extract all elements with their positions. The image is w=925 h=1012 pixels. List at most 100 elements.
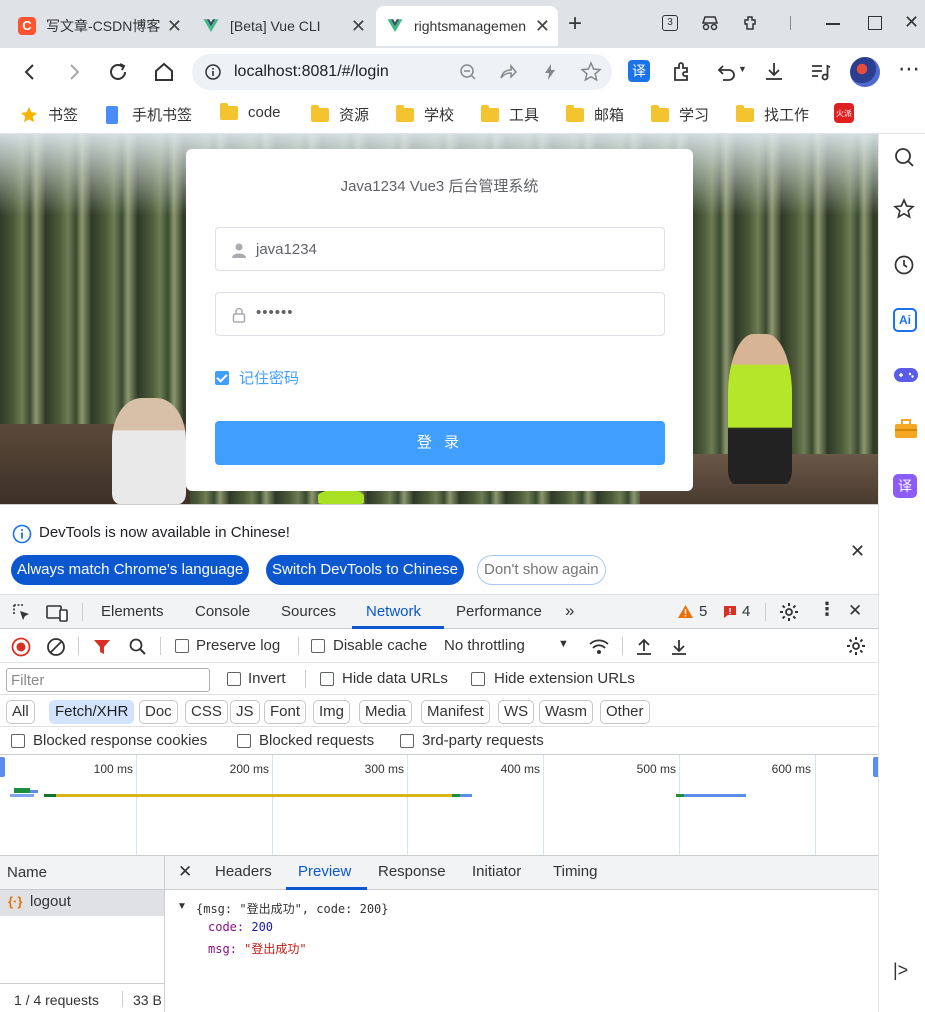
download-icon[interactable] [762, 60, 786, 84]
close-devtools-icon[interactable]: ✕ [848, 601, 862, 621]
chevron-down-icon[interactable]: ▼ [558, 638, 569, 650]
close-infobar-icon[interactable]: ✕ [850, 541, 865, 562]
history-icon[interactable] [893, 254, 915, 276]
timeline-handle-left[interactable] [0, 757, 5, 777]
request-row[interactable]: {·} logout [0, 890, 164, 916]
device-toolbar-icon[interactable] [46, 603, 68, 623]
share-icon[interactable] [498, 62, 518, 82]
password-field[interactable]: •••••• [215, 292, 665, 336]
network-conditions-icon[interactable] [588, 637, 610, 657]
blocked-cookies-checkbox[interactable] [11, 734, 25, 748]
tab-headers[interactable]: Headers [215, 863, 272, 880]
record-icon[interactable] [11, 637, 31, 657]
bookmark-folder[interactable]: 学校 [396, 104, 454, 125]
tab-sources[interactable]: Sources [281, 603, 336, 620]
close-tab-icon[interactable]: ✕ [535, 16, 550, 37]
tab-elements[interactable]: Elements [101, 603, 164, 620]
home-icon[interactable] [152, 60, 176, 84]
forward-icon[interactable] [62, 60, 86, 84]
bookmark-folder[interactable]: code [220, 102, 281, 121]
game-icon[interactable] [893, 364, 919, 386]
star-icon[interactable] [893, 198, 915, 220]
bookmark-badge[interactable]: 火派 [834, 103, 854, 123]
tab-vue-cli[interactable]: [Beta] Vue CLI ✕ [192, 6, 374, 46]
error-icon[interactable] [722, 604, 738, 620]
chip-all[interactable]: All [6, 700, 35, 724]
preserve-log-checkbox[interactable] [175, 639, 189, 653]
close-detail-icon[interactable]: ✕ [178, 862, 192, 882]
close-tab-icon[interactable]: ✕ [351, 16, 366, 37]
tab-network[interactable]: Network [366, 603, 421, 620]
minimize-button[interactable] [826, 23, 840, 25]
extensions-menu-icon[interactable] [742, 14, 760, 32]
chip-media[interactable]: Media [359, 700, 412, 724]
blocked-requests-checkbox[interactable] [237, 734, 251, 748]
chip-font[interactable]: Font [264, 700, 307, 724]
incognito-icon[interactable] [700, 14, 720, 32]
bookmark-folder[interactable]: 邮箱 [566, 104, 624, 125]
back-icon[interactable] [18, 60, 42, 84]
search-icon[interactable] [128, 637, 148, 657]
export-har-icon[interactable] [670, 637, 688, 657]
more-menu-icon[interactable]: ⋯ [898, 56, 922, 81]
ai-icon[interactable]: Ai [893, 308, 917, 332]
new-tab-button[interactable]: + [568, 12, 582, 36]
warning-icon[interactable] [677, 604, 694, 619]
timeline-handle-right[interactable] [873, 757, 878, 777]
chip-fetch-xhr[interactable]: Fetch/XHR [49, 700, 135, 724]
tab-preview[interactable]: Preview [298, 863, 351, 880]
tab-initiator[interactable]: Initiator [472, 863, 521, 880]
remember-checkbox[interactable] [215, 370, 229, 385]
chip-wasm[interactable]: Wasm [539, 700, 593, 724]
undo-close-icon[interactable] [714, 60, 738, 84]
chevron-down-icon[interactable]: ▼ [738, 64, 762, 88]
expand-triangle-icon[interactable]: ▼ [177, 901, 187, 912]
translate-icon[interactable]: 译 [893, 474, 917, 498]
hide-data-urls-checkbox[interactable] [320, 672, 334, 686]
username-field[interactable]: java1234 [215, 227, 665, 271]
chip-other[interactable]: Other [600, 700, 650, 724]
tab-csdn[interactable]: C 写文章-CSDN博客 ✕ [8, 6, 190, 46]
close-window-button[interactable]: ✕ [904, 12, 919, 33]
switch-to-chinese-button[interactable]: Switch DevTools to Chinese [266, 555, 464, 585]
reload-icon[interactable] [106, 60, 130, 84]
dont-show-again-button[interactable]: Don't show again [477, 555, 606, 585]
toolbox-icon[interactable] [893, 418, 919, 440]
avatar[interactable] [850, 57, 880, 87]
throttling-select[interactable]: No throttling [444, 637, 525, 654]
filter-icon[interactable] [93, 638, 111, 656]
name-column-header[interactable]: Name [7, 864, 47, 881]
tab-count-badge[interactable]: 3 [662, 15, 678, 31]
tab-timing[interactable]: Timing [553, 863, 597, 880]
tab-rightsmanagement[interactable]: rightsmanagement ✕ [376, 6, 558, 46]
more-options-icon[interactable]: ⋮ [818, 599, 836, 620]
clear-icon[interactable] [46, 637, 66, 657]
bookmark-folder[interactable]: 学习 [651, 104, 709, 125]
search-icon[interactable] [893, 146, 915, 168]
remember-password[interactable]: 记住密码 [215, 367, 299, 388]
chip-js[interactable]: JS [230, 700, 260, 724]
third-party-checkbox[interactable] [400, 734, 414, 748]
maximize-button[interactable] [868, 16, 882, 30]
bookmark-folder[interactable]: 找工作 [736, 104, 809, 125]
network-overview-timeline[interactable]: 100 ms 200 ms 300 ms 400 ms 500 ms 600 m… [0, 755, 878, 856]
tab-console[interactable]: Console [195, 603, 250, 620]
invert-checkbox[interactable] [227, 672, 241, 686]
address-bar[interactable]: localhost:8081/#/login [192, 54, 612, 90]
bookmark-item[interactable]: 手机书签 [106, 104, 192, 125]
chip-doc[interactable]: Doc [139, 700, 178, 724]
disable-cache-checkbox[interactable] [311, 639, 325, 653]
import-har-icon[interactable] [635, 637, 653, 657]
media-control-icon[interactable] [808, 60, 832, 84]
json-summary[interactable]: {msg: "登出成功", code: 200} [196, 900, 389, 917]
tab-performance[interactable]: Performance [456, 603, 542, 620]
bookmark-folder[interactable]: 工具 [481, 104, 539, 125]
filter-input[interactable]: Filter [6, 668, 210, 692]
hide-extension-urls-checkbox[interactable] [471, 672, 485, 686]
zoom-icon[interactable] [458, 62, 478, 82]
chip-ws[interactable]: WS [498, 700, 535, 724]
error-count[interactable]: 4 [742, 603, 750, 620]
bookmark-star-icon[interactable] [580, 61, 602, 83]
collapse-panel-icon[interactable]: |> [893, 960, 915, 982]
network-settings-icon[interactable] [845, 635, 867, 657]
